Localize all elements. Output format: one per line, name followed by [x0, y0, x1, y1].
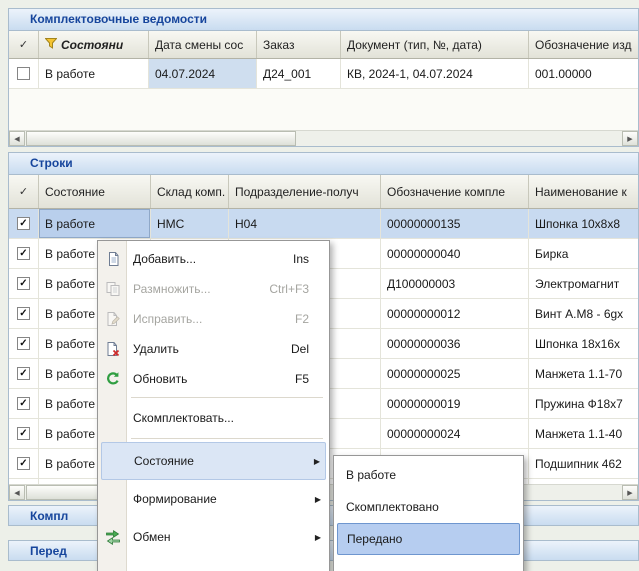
cell-name[interactable]: Манжета 1.1-40: [529, 419, 638, 448]
menu-separator: [131, 397, 323, 398]
doc-delete-icon: [101, 340, 125, 358]
doc-add-icon: [101, 250, 125, 268]
scroll-left-button[interactable]: ◀: [9, 131, 25, 146]
row-checkbox[interactable]: ✓: [17, 337, 30, 350]
doc-copy-icon: [101, 280, 125, 298]
row-checkbox[interactable]: ✓: [17, 367, 30, 380]
menu-item-state[interactable]: Состояние ▶: [101, 442, 326, 480]
submenu-item-in-work[interactable]: В работе: [334, 459, 523, 491]
column-header-order[interactable]: Заказ: [257, 31, 341, 58]
cell-name[interactable]: Манжета 1.1-70: [529, 359, 638, 388]
column-header-state[interactable]: Состояни: [39, 31, 149, 58]
vedomosti-empty-area: [9, 89, 638, 130]
cell-warehouse[interactable]: НМС: [151, 209, 229, 238]
row-checkbox[interactable]: ✓: [17, 397, 30, 410]
menu-item-add[interactable]: Добавить... Ins: [98, 244, 329, 274]
cell-code[interactable]: 00000000024: [381, 419, 529, 448]
panel-vedomosti: Комплектовочные ведомости ✓ Состояни Дат…: [8, 8, 639, 147]
submenu-arrow-icon: ▶: [309, 533, 321, 542]
submenu-arrow-icon: ▶: [308, 457, 320, 466]
cell-name[interactable]: Шпонка 10х8х8: [529, 209, 638, 238]
scroll-left-button[interactable]: ◀: [9, 485, 25, 500]
submenu-item-transferred[interactable]: Передано: [337, 523, 520, 555]
menu-separator: [131, 438, 323, 439]
cell-name[interactable]: Электромагнит: [529, 269, 638, 298]
menu-item-formation[interactable]: Формирование ▶: [98, 480, 329, 518]
panel-kompl-title: Компл: [30, 509, 68, 523]
row-checkbox-cell: [9, 59, 39, 88]
submenu-item-assembled[interactable]: Скомплектовано: [334, 491, 523, 523]
cell-order[interactable]: Д24_001: [257, 59, 341, 88]
cell-designation[interactable]: 001.00000: [529, 59, 638, 88]
panel-stroki-title: Строки: [30, 156, 73, 170]
cell-name[interactable]: Шпонка 18х16х: [529, 329, 638, 358]
column-header-department[interactable]: Подразделение-получ: [229, 175, 381, 208]
column-header-check[interactable]: ✓: [9, 175, 39, 208]
context-menu: Добавить... Ins Размножить... Ctrl+F3 Ис…: [97, 240, 330, 571]
row-checkbox[interactable]: ✓: [17, 457, 30, 470]
exchange-icon: [101, 528, 125, 546]
scroll-thumb[interactable]: [26, 131, 296, 146]
column-header-code[interactable]: Обозначение компле: [381, 175, 529, 208]
scroll-right-button[interactable]: ▶: [622, 131, 638, 146]
menu-item-exchange[interactable]: Обмен ▶: [98, 518, 329, 556]
row-checkbox[interactable]: ✓: [17, 427, 30, 440]
panel-stroki-header[interactable]: Строки: [9, 153, 638, 175]
column-header-designation[interactable]: Обозначение изд: [529, 31, 638, 58]
cell-code[interactable]: Д100000003: [381, 269, 529, 298]
cell-code[interactable]: 00000000025: [381, 359, 529, 388]
column-header-warehouse[interactable]: Склад комп.: [151, 175, 229, 208]
filter-icon: [45, 38, 57, 52]
vedomosti-hscrollbar[interactable]: ◀ ▶: [9, 130, 638, 146]
panel-vedomosti-header[interactable]: Комплектовочные ведомости: [9, 9, 638, 31]
cell-name[interactable]: Подшипник 462: [529, 449, 638, 478]
vedomosti-column-headers: ✓ Состояни Дата смены сос Заказ Документ…: [9, 31, 638, 59]
table-row[interactable]: ✓ В работе НМС Н04 00000000135 Шпонка 10…: [9, 209, 638, 239]
row-checkbox[interactable]: [17, 67, 30, 80]
panel-vedomosti-title: Комплектовочные ведомости: [30, 12, 207, 26]
menu-item-edit[interactable]: Исправить... F2: [98, 304, 329, 334]
menu-item-delete[interactable]: Удалить Del: [98, 334, 329, 364]
row-checkbox[interactable]: ✓: [17, 307, 30, 320]
table-row[interactable]: В работе 04.07.2024 Д24_001 КВ, 2024-1, …: [9, 59, 638, 89]
scroll-track[interactable]: [297, 131, 622, 146]
cell-department[interactable]: Н04: [229, 209, 381, 238]
cell-state[interactable]: В работе: [39, 59, 149, 88]
stroki-column-headers: ✓ Состояние Склад комп. Подразделение-по…: [9, 175, 638, 209]
submenu-arrow-icon: ▶: [309, 495, 321, 504]
cell-code[interactable]: 00000000019: [381, 389, 529, 418]
state-submenu: В работе Скомплектовано Передано: [333, 455, 524, 571]
cell-state[interactable]: В работе: [39, 209, 151, 238]
cell-code[interactable]: 00000000012: [381, 299, 529, 328]
cell-document[interactable]: КВ, 2024-1, 04.07.2024: [341, 59, 529, 88]
column-header-name[interactable]: Наименование к: [529, 175, 638, 208]
cell-code[interactable]: 00000000040: [381, 239, 529, 268]
menu-item-refresh[interactable]: Обновить F5: [98, 364, 329, 394]
row-checkbox[interactable]: ✓: [17, 247, 30, 260]
column-header-state[interactable]: Состояние: [39, 175, 151, 208]
cell-name[interactable]: Винт А.М8 - 6gх: [529, 299, 638, 328]
cell-name[interactable]: Бирка: [529, 239, 638, 268]
cell-date[interactable]: 04.07.2024: [149, 59, 257, 88]
menu-item-duplicate[interactable]: Размножить... Ctrl+F3: [98, 274, 329, 304]
row-checkbox[interactable]: ✓: [17, 277, 30, 290]
scroll-right-button[interactable]: ▶: [622, 485, 638, 500]
row-checkbox[interactable]: ✓: [17, 217, 30, 230]
column-header-document[interactable]: Документ (тип, №, дата): [341, 31, 529, 58]
app-window: Комплектовочные ведомости ✓ Состояни Дат…: [0, 0, 639, 571]
column-header-check[interactable]: ✓: [9, 31, 39, 58]
panel-pered-title: Перед: [30, 544, 67, 558]
cell-name[interactable]: Пружина Ф18х7: [529, 389, 638, 418]
refresh-icon: [101, 370, 125, 388]
doc-edit-icon: [101, 310, 125, 328]
cell-code[interactable]: 00000000135: [381, 209, 529, 238]
cell-code[interactable]: 00000000036: [381, 329, 529, 358]
column-header-date[interactable]: Дата смены сос: [149, 31, 257, 58]
menu-item-assemble[interactable]: Скомплектовать...: [98, 401, 329, 435]
